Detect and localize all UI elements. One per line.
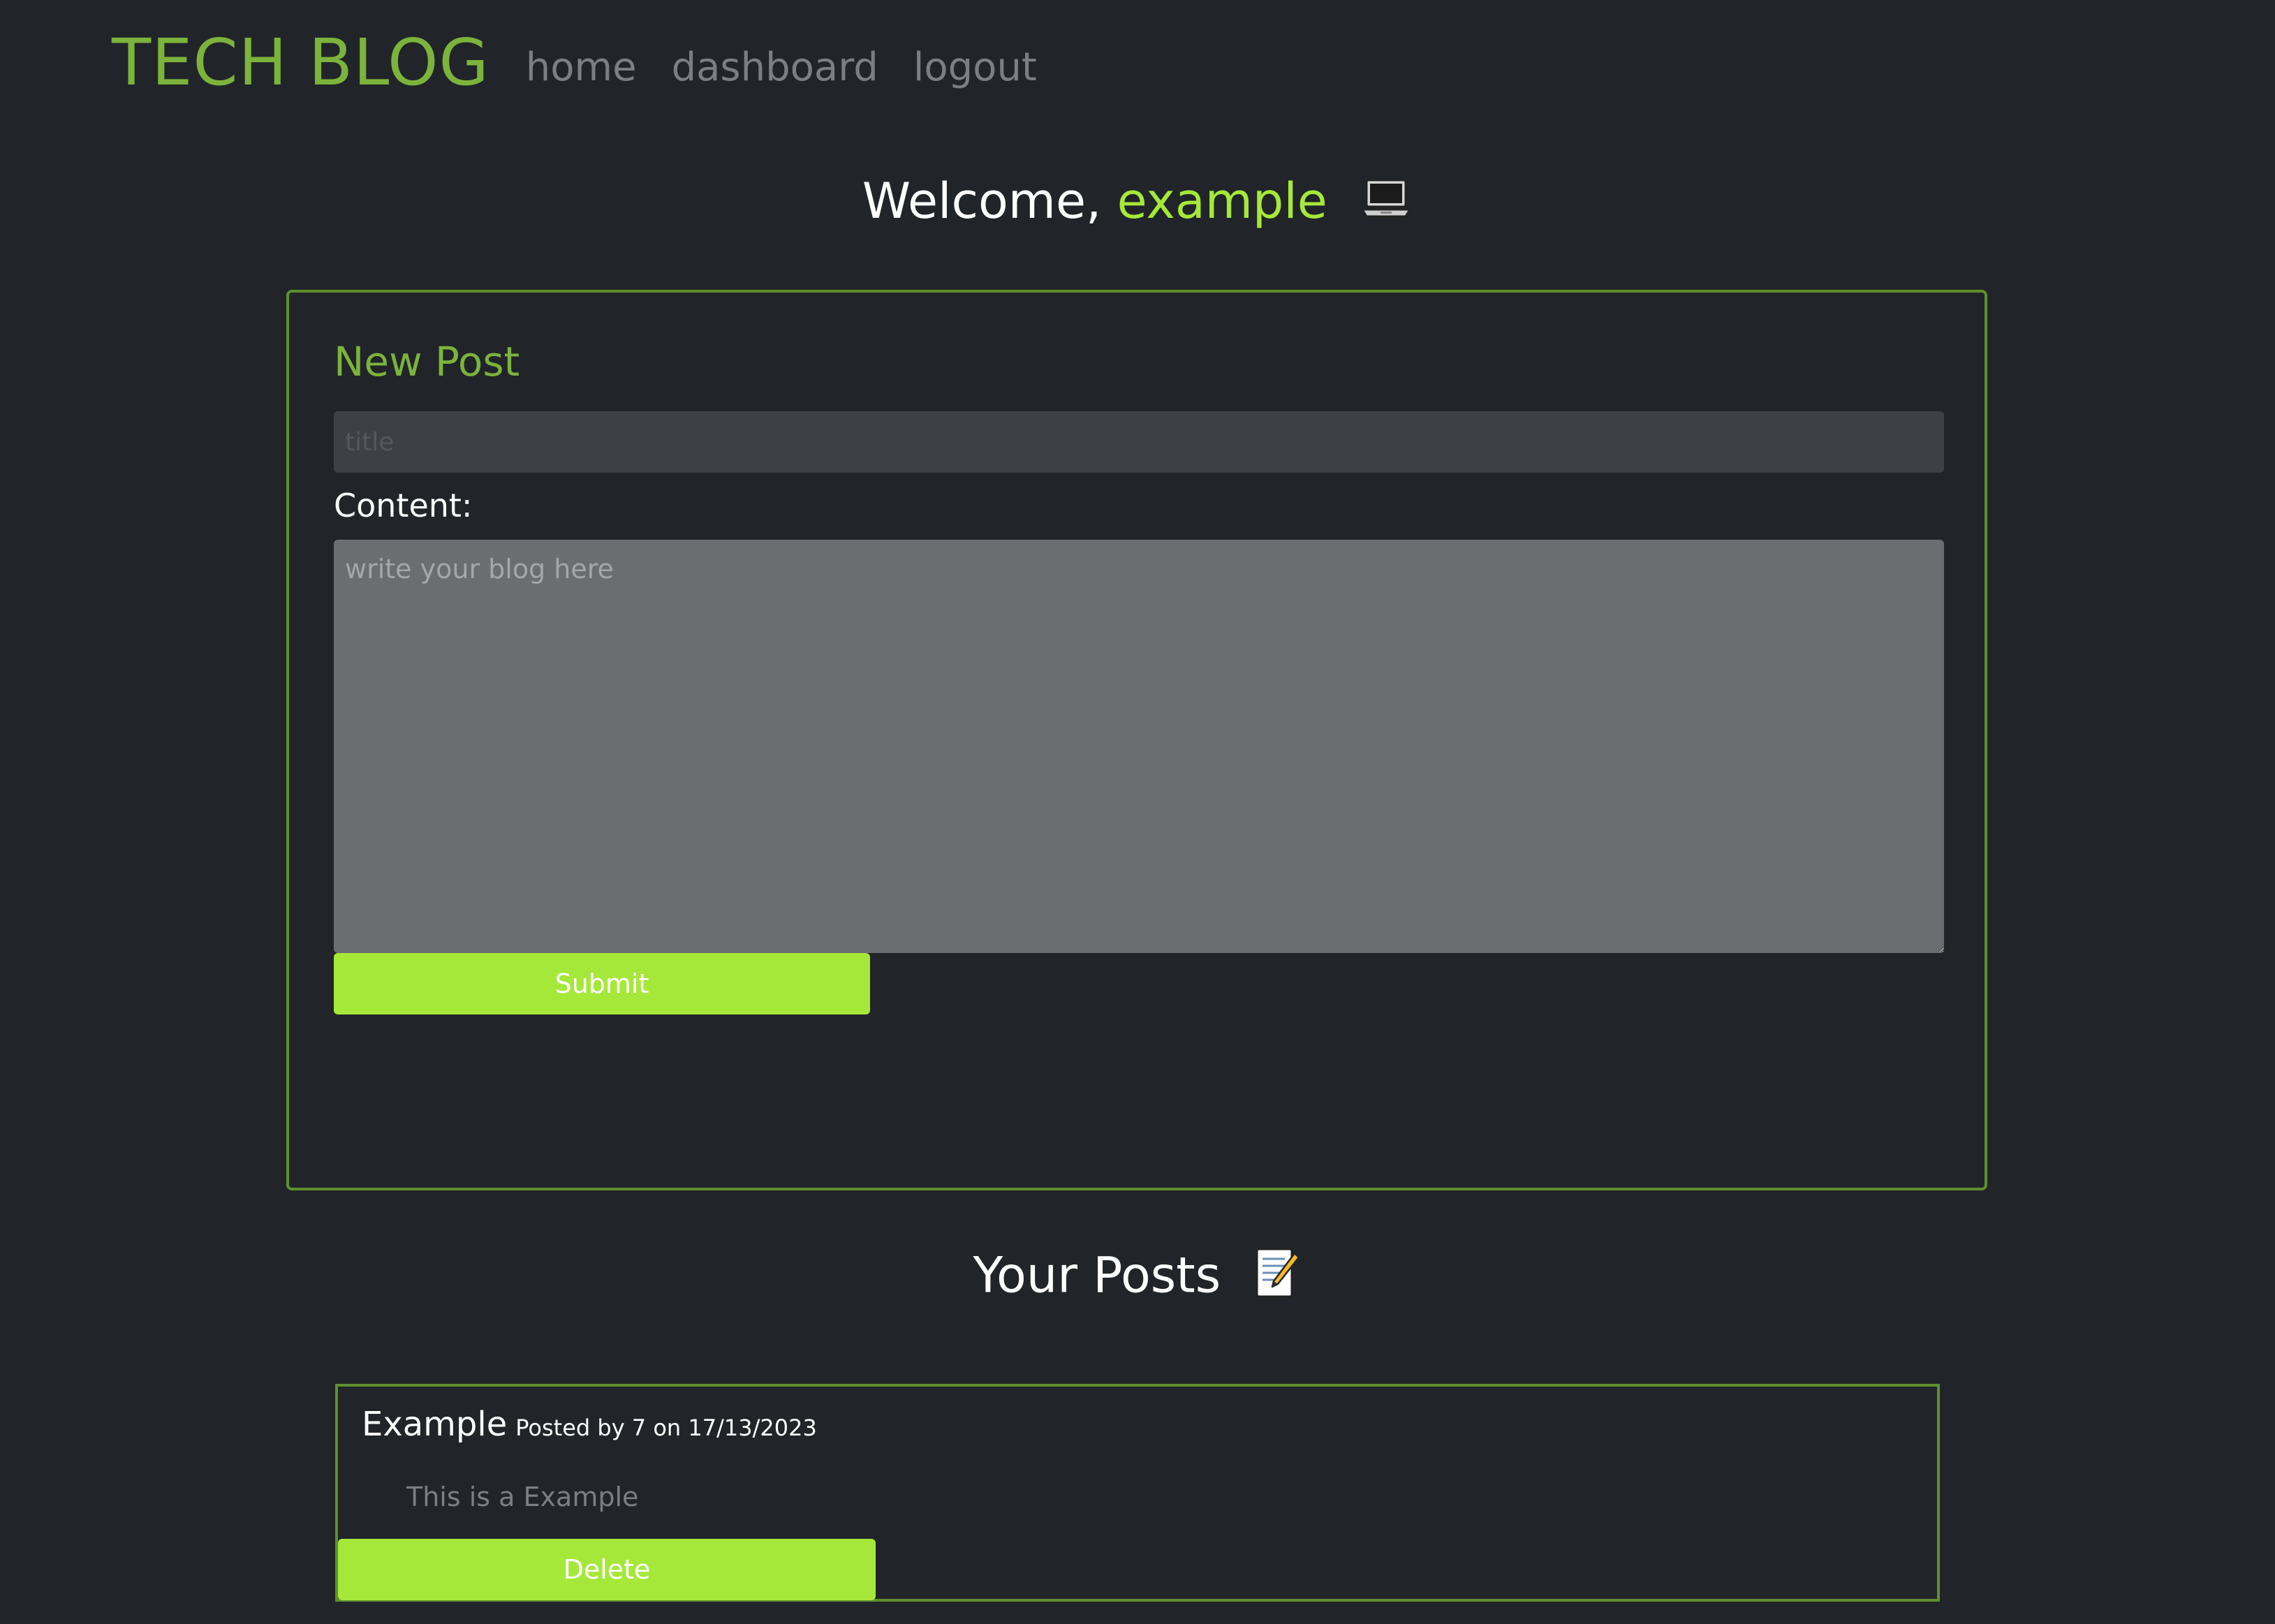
your-posts-title: Your Posts: [973, 1246, 1221, 1304]
post-title-input[interactable]: [334, 411, 1944, 473]
nav-link-dashboard[interactable]: dashboard: [672, 48, 878, 87]
post-body: This is a Example: [406, 1482, 639, 1512]
laptop-icon: [1360, 177, 1413, 231]
welcome-heading: Welcome, example: [0, 175, 2275, 231]
new-post-heading: New Post: [334, 338, 520, 385]
your-posts-heading: Your Posts: [0, 1246, 2275, 1311]
nav-link-home[interactable]: home: [526, 48, 637, 87]
nav-link-logout[interactable]: logout: [913, 48, 1037, 87]
post-header: Example Posted by 7 on 17/13/2023: [362, 1405, 817, 1444]
delete-post-button[interactable]: Delete: [338, 1539, 876, 1600]
welcome-username: example: [1117, 172, 1327, 230]
new-post-form: New Post Content: Submit: [286, 290, 1987, 1190]
post-title[interactable]: Example: [362, 1405, 507, 1444]
content-label: Content:: [334, 487, 473, 524]
submit-button[interactable]: Submit: [334, 953, 870, 1014]
top-navbar: TECH BLOG home dashboard logout: [112, 21, 1072, 105]
memo-icon: [1253, 1246, 1302, 1311]
post-meta: Posted by 7 on 17/13/2023: [515, 1415, 817, 1441]
post-card: Example Posted by 7 on 17/13/2023 This is…: [335, 1384, 1940, 1602]
brand-logo-link[interactable]: TECH BLOG: [112, 31, 489, 95]
post-content-textarea[interactable]: [334, 540, 1944, 953]
welcome-prefix: Welcome,: [862, 172, 1117, 230]
